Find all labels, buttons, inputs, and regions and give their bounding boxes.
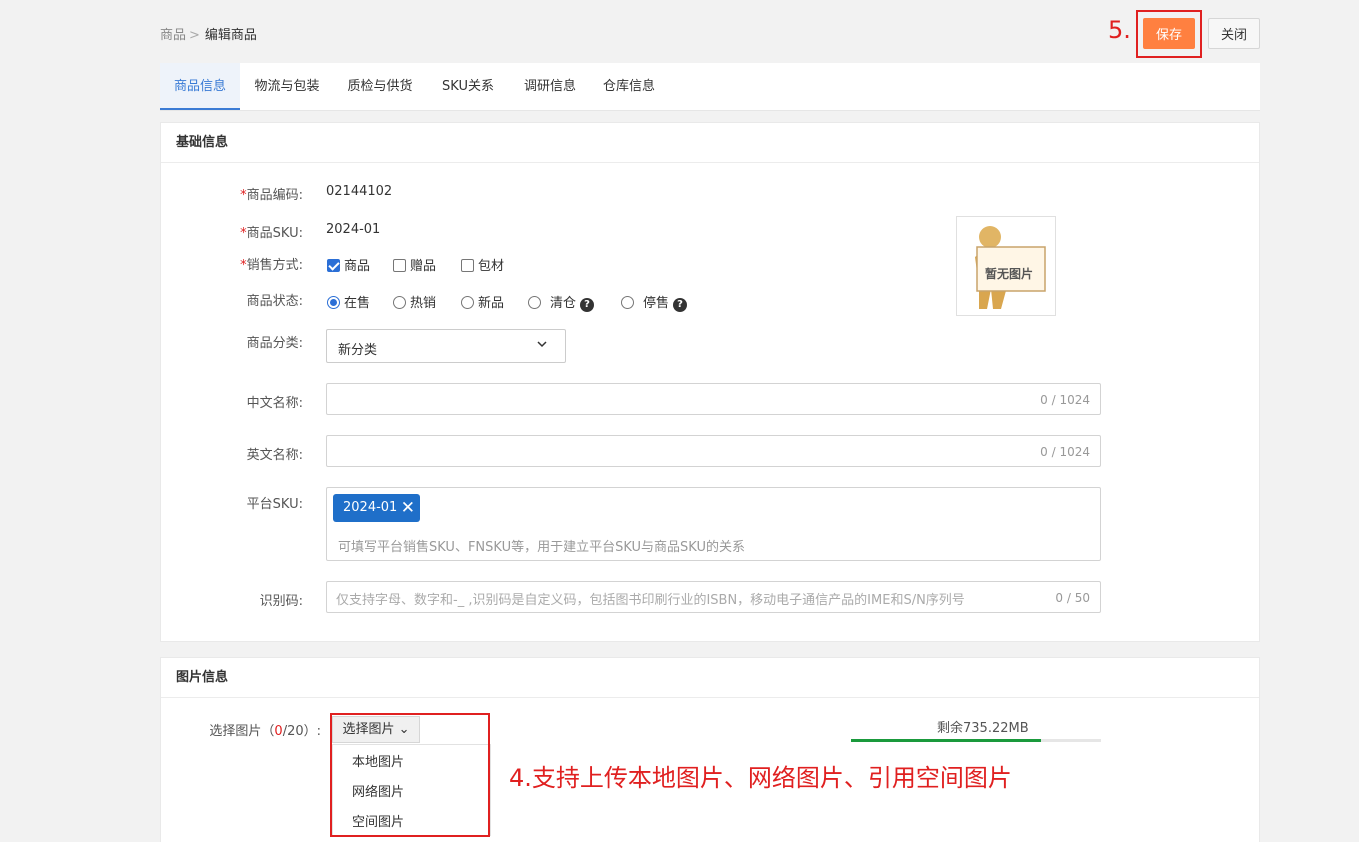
close-button[interactable]: 关闭 [1208,18,1260,49]
ident-label: 识别码: [259,594,303,609]
checkbox[interactable] [461,259,474,272]
status-option-onsale[interactable]: 在售 [327,292,370,311]
storage-quota-text: 剩余735.22MB [937,721,1029,736]
status-option-discontinued[interactable]: 停售? [621,292,688,312]
cn-name-input[interactable]: 0 / 1024 [326,383,1101,415]
breadcrumb-parent[interactable]: 商品 [160,28,186,43]
step-annotation: 5. [1108,16,1131,44]
ident-placeholder: 仅支持字母、数字和-_ ,识别码是自定义码，包括图书印刷行业的ISBN，移动电子… [336,593,965,608]
ident-counter: 0 / 50 [1055,591,1090,605]
help-icon[interactable]: ? [580,298,595,312]
tab-warehouse[interactable]: 仓库信息 [590,63,668,110]
image-info-title: 图片信息 [161,658,1259,698]
radio[interactable] [393,296,406,309]
storage-quota-fill [851,739,1041,742]
platform-sku-tag: 2024-01 ✕ [333,494,420,522]
breadcrumb-current: 编辑商品 [204,28,257,43]
image-info-card: 图片信息 选择图片（0/20）: 选择图片 ⌄ 本地图片 网络图片 空间图片 4… [160,657,1260,842]
status-option-clearance[interactable]: 清仓? [528,292,595,312]
sku-label: *商品SKU: [240,226,303,241]
image-select-area: 选择图片 ⌄ 本地图片 网络图片 空间图片 4.支持上传本地图片、网络图片、引用… [161,698,1261,842]
no-image-placeholder[interactable]: 暂无图片 [956,216,1056,316]
category-value: 新分类 [338,343,378,358]
chevron-down-icon [537,339,547,352]
cn-name-counter: 0 / 1024 [1040,393,1090,407]
radio[interactable] [461,296,474,309]
checkbox[interactable] [393,259,406,272]
radio-selected[interactable] [327,296,340,309]
status-option-hot[interactable]: 热销 [393,292,436,311]
top-bar: 商品 > 编辑商品 5. 保存 关闭 [160,0,1260,62]
platform-sku-hint: 可填写平台销售SKU、FNSKU等，用于建立平台SKU与商品SKU的关系 [338,540,745,555]
code-value: 02144102 [326,184,393,199]
tab-sku-relation[interactable]: SKU关系 [426,63,510,110]
status-option-new[interactable]: 新品 [461,292,504,311]
tab-product-info[interactable]: 商品信息 [160,63,240,110]
help-icon[interactable]: ? [673,298,688,312]
storage-quota-bar [851,739,1101,742]
sale-option-product[interactable]: 商品 [327,255,370,274]
basic-info-title: 基础信息 [161,123,1259,163]
breadcrumb: 商品 > 编辑商品 [160,24,257,43]
tab-bar: 商品信息 物流与包装 质检与供货 SKU关系 调研信息 仓库信息 [160,63,1260,111]
platform-sku-input[interactable]: 2024-01 ✕ 可填写平台销售SKU、FNSKU等，用于建立平台SKU与商品S… [326,487,1101,561]
radio[interactable] [621,296,634,309]
en-name-counter: 0 / 1024 [1040,445,1090,459]
cn-name-label: 中文名称: [246,396,303,411]
status-label: 商品状态: [246,294,303,309]
breadcrumb-separator: > [189,28,200,43]
tab-logistics[interactable]: 物流与包装 [240,63,334,110]
sale-option-gift[interactable]: 赠品 [393,255,436,274]
radio[interactable] [528,296,541,309]
code-label: *商品编码: [240,188,303,203]
tab-research[interactable]: 调研信息 [510,63,590,110]
platform-sku-label: 平台SKU: [246,497,303,512]
save-button[interactable]: 保存 [1143,18,1195,49]
sale-option-packaging[interactable]: 包材 [461,255,504,274]
sale-mode-label: *销售方式: [240,258,303,273]
basic-info-card: 基础信息 *商品编码: 02144102 *商品SKU: 2024-01 *销售… [160,122,1260,642]
no-image-text: 暂无图片 [985,267,1034,281]
sku-value: 2024-01 [326,222,381,237]
upload-annotation: 4.支持上传本地图片、网络图片、引用空间图片 [509,764,1012,792]
tab-quality[interactable]: 质检与供货 [334,63,426,110]
en-name-input[interactable]: 0 / 1024 [326,435,1101,467]
menu-highlight-box [330,713,490,837]
ident-input[interactable]: 仅支持字母、数字和-_ ,识别码是自定义码，包括图书印刷行业的ISBN，移动电子… [326,581,1101,613]
en-name-label: 英文名称: [246,448,303,463]
remove-tag-icon[interactable]: ✕ [401,494,415,522]
checkbox-checked[interactable] [327,259,340,272]
category-label: 商品分类: [246,336,303,351]
category-select[interactable]: 新分类 [326,329,566,363]
